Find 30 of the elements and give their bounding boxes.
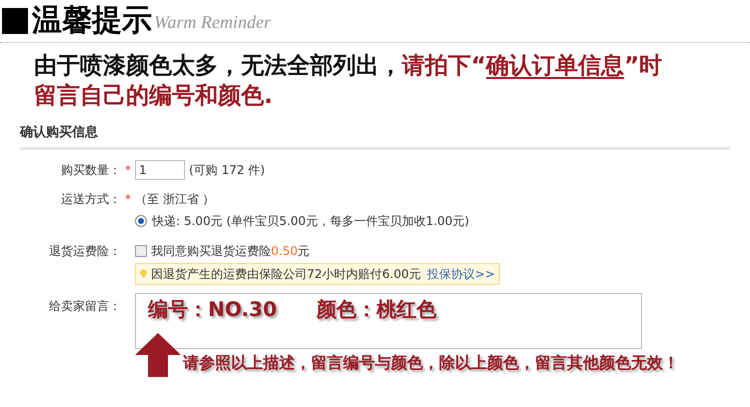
reminder-title: 温馨提示 bbox=[32, 6, 152, 36]
field-label: 退货运费险： bbox=[48, 243, 121, 260]
notice-text: 由于喷漆颜色太多，无法全部列出， bbox=[34, 53, 402, 79]
required-mark: * bbox=[124, 162, 132, 179]
required-mark: * bbox=[124, 191, 132, 208]
square-icon bbox=[2, 8, 28, 34]
instruction-text: 请参照以上描述，留言编号与颜色，除以上颜色，留言其他颜色无效！ bbox=[183, 352, 679, 374]
up-arrow-icon bbox=[135, 333, 181, 377]
field-label: 给卖家留言： bbox=[48, 298, 121, 315]
quantity-field[interactable]: 1 bbox=[135, 160, 185, 180]
shipping-option: 快递: 5.00元 (单件宝贝5.00元，每多一件宝贝加收1.00元) bbox=[152, 212, 470, 230]
insurance-text: 我同意购买退货运费险 bbox=[151, 244, 271, 258]
message-field[interactable]: 编号：NO.30 颜色：桃红色 bbox=[135, 293, 642, 349]
insurance-price: 0.50 bbox=[271, 244, 298, 258]
field-label: 购买数量： bbox=[60, 162, 121, 179]
field-label: 运送方式： bbox=[60, 191, 121, 208]
stock-note: (可购 172 件) bbox=[189, 162, 265, 179]
notice-text: 确认订单信息 bbox=[486, 53, 624, 79]
notice-text: 请拍下“ bbox=[402, 53, 486, 79]
checkbox[interactable] bbox=[135, 245, 147, 257]
tip-text: 因退货产生的运费由保险公司72小时内赔付6.00元 bbox=[150, 266, 421, 283]
reminder-subtitle: Warm Reminder bbox=[154, 11, 271, 34]
notice-text: 留言自己的编号和颜色. bbox=[34, 83, 273, 109]
price-unit: 元 bbox=[298, 244, 310, 258]
section-title: 确认购买信息 bbox=[20, 125, 98, 140]
agreement-link[interactable]: 投保协议>> bbox=[426, 265, 495, 283]
radio-button[interactable] bbox=[135, 215, 147, 227]
destination-text: （至 浙江省 ） bbox=[135, 191, 215, 208]
lightbulb-icon bbox=[140, 267, 147, 281]
notice-text: ”时 bbox=[624, 53, 662, 79]
